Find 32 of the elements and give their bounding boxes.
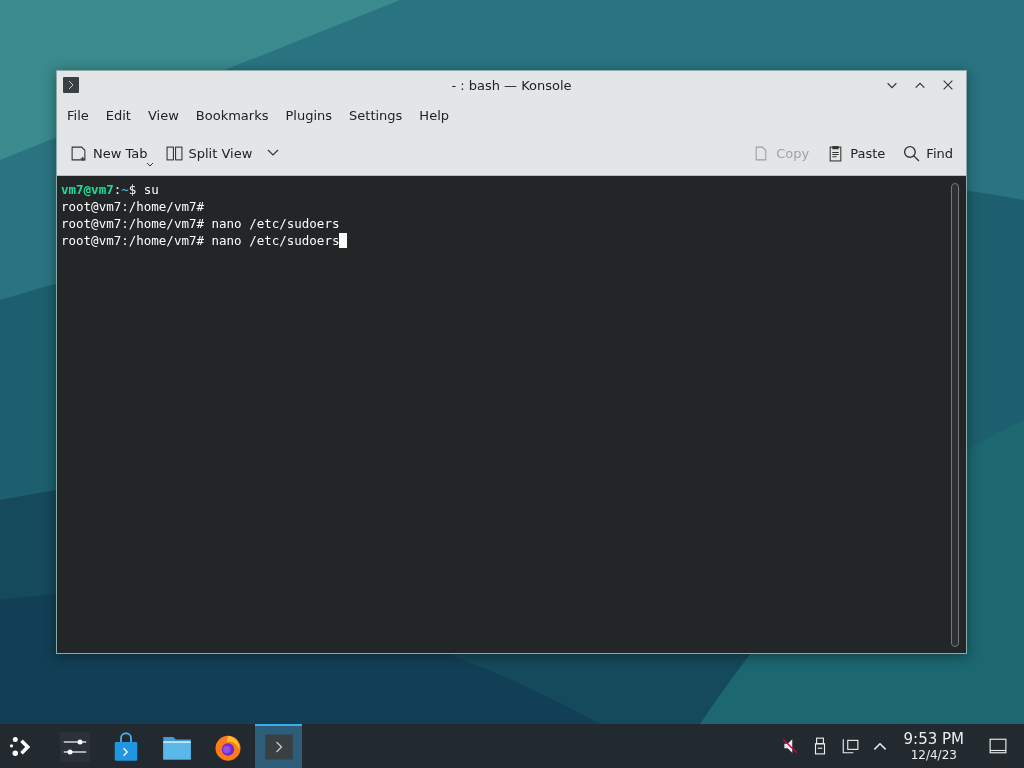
show-desktop-icon [989, 737, 1007, 755]
window-title: - : bash — Konsole [451, 77, 572, 93]
menu-item[interactable]: Plugins [278, 104, 340, 126]
close-icon[interactable] [941, 78, 955, 92]
sliders-icon [59, 732, 90, 762]
terminal-area[interactable]: vm7@vm7:~$ su root@vm7:/home/vm7# root@vm7:/home/vm7# nano /etc/sudoers root@vm7:/home/vm7# nano /etc/sudoers [57, 176, 966, 653]
wired-network-icon [840, 737, 859, 755]
find-button[interactable]: Find [896, 140, 960, 166]
new-tab-icon [70, 144, 87, 162]
terminal-icon [63, 77, 79, 93]
paste-button[interactable]: Paste [820, 140, 893, 166]
scrollbar[interactable] [951, 183, 959, 647]
search-icon [903, 144, 921, 162]
caret-icon [145, 161, 154, 167]
menu-item[interactable]: View [140, 104, 186, 126]
split-view-button[interactable]: Split View [158, 140, 260, 166]
menu-item[interactable]: File [60, 104, 96, 126]
clock-date[interactable]: 12/4/23 [910, 747, 957, 762]
speaker-muted-icon [780, 737, 799, 755]
terminal-line: root@vm7:/home/vm7# nano /etc/sudoers [61, 215, 340, 232]
menu-item[interactable]: Help [412, 104, 456, 126]
terminal-line: vm7@vm7:~$ su [61, 181, 159, 198]
new-tab-button[interactable]: New Tab [63, 140, 155, 166]
terminal-line: root@vm7:/home/vm7# [61, 198, 204, 215]
terminal-icon [263, 732, 294, 762]
chevron-down-icon [267, 149, 280, 157]
menu-item[interactable]: Bookmarks [188, 104, 276, 126]
menu-item[interactable]: Settings [342, 104, 410, 126]
split-view-icon [165, 144, 183, 162]
terminal-line: root@vm7:/home/vm7# nano /etc/sudoers [61, 232, 348, 249]
clock-time[interactable]: 9:53 PM [903, 730, 964, 748]
menu-item[interactable]: Edit [98, 104, 138, 126]
